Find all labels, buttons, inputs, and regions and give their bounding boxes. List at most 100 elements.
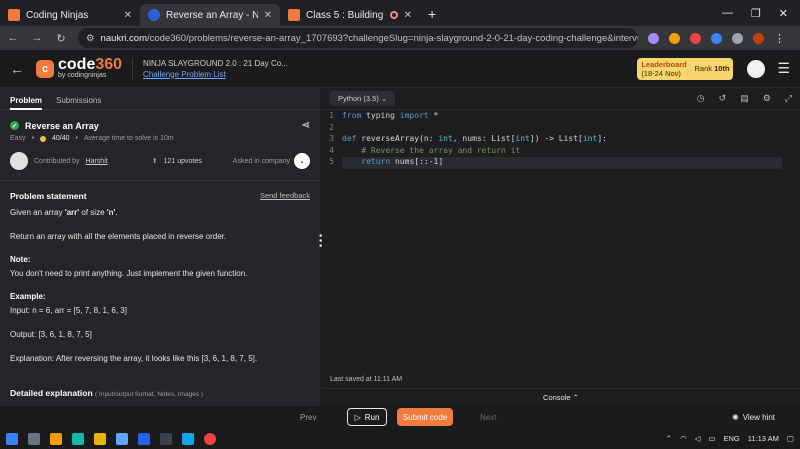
rank-value: 10th xyxy=(714,64,730,73)
challenge-list-link[interactable]: Challenge Problem List xyxy=(143,69,288,80)
close-icon[interactable]: ✕ xyxy=(404,10,412,21)
battery-icon[interactable]: ▭ xyxy=(708,434,715,443)
language-indicator[interactable]: ENG xyxy=(724,434,740,443)
tab-title: Reverse an Array - Naukri Code xyxy=(166,9,258,21)
timer-icon[interactable]: ◷ xyxy=(697,93,705,104)
close-icon[interactable]: ✕ xyxy=(264,10,272,21)
extension-icon[interactable] xyxy=(648,32,659,44)
new-tab-button[interactable]: + xyxy=(420,6,444,26)
tab-problem[interactable]: Problem xyxy=(10,96,43,110)
code-line: 4 # Reverse the array and return it xyxy=(329,145,521,155)
run-button[interactable]: ▷ Run xyxy=(347,408,387,426)
url-path: /code360/problems/reverse-an-array_17076… xyxy=(147,32,638,44)
tab-title: Coding Ninjas xyxy=(26,9,89,21)
statement-line-2: Return an array with all the elements pl… xyxy=(10,232,227,241)
solved-check-icon: ✓ xyxy=(10,121,19,130)
tab-reverse-array[interactable]: Reverse an Array - Naukri Code ✕ xyxy=(140,4,280,26)
send-feedback-link[interactable]: Send feedback xyxy=(260,191,310,201)
chrome-icon[interactable] xyxy=(204,432,216,445)
chevron-up-icon[interactable]: ⌃ xyxy=(666,434,672,443)
coin-icon xyxy=(40,135,47,142)
language-select[interactable]: Python (3.5) ⌄ xyxy=(330,91,396,106)
back-icon[interactable]: ← xyxy=(6,32,20,44)
wifi-icon[interactable]: ◠ xyxy=(680,434,687,443)
leaderboard-button[interactable]: Leaderboard (18-24 Nov) Rank 10th xyxy=(637,57,734,80)
url-host: naukri.com xyxy=(100,32,147,44)
leaderboard-label: Leaderboard xyxy=(641,59,687,69)
upvote-icon[interactable]: ⬆ xyxy=(152,157,158,165)
contest-title: NINJA SLAYGROUND 2.0 : 21 Day Co... xyxy=(143,58,288,68)
example-output: Output: [3, 6, 1, 8, 7, 5] xyxy=(10,330,92,339)
vscode-icon[interactable] xyxy=(138,432,150,445)
reload-icon[interactable]: ↻ xyxy=(54,32,68,45)
console-toggle[interactable]: Console ⌃ xyxy=(322,388,800,406)
app-icon[interactable] xyxy=(182,432,194,445)
extension-icon[interactable] xyxy=(690,32,701,44)
close-window-icon[interactable]: ✕ xyxy=(779,7,788,20)
windows-start-icon[interactable] xyxy=(6,432,18,445)
app-header: ← c code360 by codingninjas NINJA SLAYGR… xyxy=(0,50,800,88)
play-icon: ▷ xyxy=(354,412,361,422)
avg-time: Average time to solve is 10m xyxy=(84,135,174,142)
profile-avatar-icon[interactable] xyxy=(753,32,764,44)
minimize-icon[interactable]: — xyxy=(722,7,733,20)
settings-icon[interactable]: ⚙ xyxy=(763,93,771,104)
extension-icon[interactable] xyxy=(669,32,680,44)
user-avatar[interactable] xyxy=(747,59,766,78)
problem-meta: Easy • 40/40 • Average time to solve is … xyxy=(10,135,174,142)
close-icon[interactable]: ✕ xyxy=(124,10,132,21)
clock[interactable]: 11:13 AM xyxy=(748,434,779,443)
recording-icon xyxy=(389,11,398,19)
tab-class-5[interactable]: Class 5 : Building Add to Ca ✕ xyxy=(280,4,420,26)
logo-badge-icon: c xyxy=(36,59,54,78)
window-controls: — ❐ ✕ xyxy=(710,7,800,26)
extension-icons: ⋮ xyxy=(648,32,785,45)
tab-submissions[interactable]: Submissions xyxy=(56,96,101,109)
points: 40/40 xyxy=(52,135,70,142)
prev-button[interactable]: Prev xyxy=(300,413,316,422)
explorer-icon[interactable] xyxy=(94,432,106,445)
company-logo-icon[interactable]: ▲ xyxy=(294,153,310,169)
layout-icon[interactable]: ▤ xyxy=(740,93,749,104)
hamburger-menu-icon[interactable]: ☰ xyxy=(777,60,790,77)
next-button[interactable]: Next xyxy=(480,413,496,422)
volume-icon[interactable]: ◁ xyxy=(695,434,701,443)
submit-button[interactable]: Submit code xyxy=(397,408,453,426)
problem-tabs: Problem Submissions xyxy=(0,88,320,110)
problem-title: Reverse an Array xyxy=(25,120,99,131)
naukri-favicon xyxy=(148,9,160,21)
fullscreen-icon[interactable]: ⤢ xyxy=(785,93,792,104)
contributor-name[interactable]: Harshit xyxy=(86,158,108,165)
edge-icon[interactable] xyxy=(72,432,84,445)
url-field[interactable]: ⚙ naukri.com/code360/problems/reverse-an… xyxy=(78,28,638,48)
statement-heading: Problem statement xyxy=(10,191,87,201)
extension-icon[interactable] xyxy=(711,32,722,44)
example-explanation: Explanation: After reversing the array, … xyxy=(10,354,258,363)
tab-coding-ninjas[interactable]: Coding Ninjas ✕ xyxy=(0,4,140,26)
restore-icon[interactable]: ❐ xyxy=(751,7,761,20)
puzzle-icon[interactable] xyxy=(732,32,743,44)
site-info-icon[interactable]: ⚙ xyxy=(86,33,95,44)
code360-logo[interactable]: c code360 by codingninjas xyxy=(36,57,122,79)
code-area[interactable]: 1 from typing import * 2 3 def reverseArra… xyxy=(322,111,800,169)
back-arrow-icon[interactable]: ← xyxy=(10,61,24,77)
note-heading: Note: xyxy=(10,255,31,264)
upvotes: 121 upvotes xyxy=(163,157,202,165)
share-icon[interactable]: ⋖ xyxy=(302,120,310,131)
task-view-icon[interactable] xyxy=(28,432,40,445)
detailed-explanation[interactable]: Detailed explanation ( Input/output form… xyxy=(0,388,213,398)
tab-title: Class 5 : Building Add to Ca xyxy=(306,9,384,21)
forward-icon[interactable]: → xyxy=(30,32,44,44)
coding-ninjas-favicon xyxy=(288,9,300,21)
kebab-menu-icon[interactable]: ⋮ xyxy=(774,32,785,45)
contribution-row: Contributed by Harshit ⬆ 121 upvotes Ask… xyxy=(0,142,320,181)
detailed-title: Detailed explanation xyxy=(10,388,93,398)
notification-icon[interactable]: ▢ xyxy=(787,434,794,443)
note-text: You don't need to print anything. Just i… xyxy=(10,269,248,278)
view-hint-button[interactable]: ✺ View hint xyxy=(732,413,775,422)
mail-icon[interactable] xyxy=(116,432,128,445)
widgets-icon[interactable] xyxy=(50,432,62,445)
terminal-icon[interactable] xyxy=(160,432,172,445)
reset-icon[interactable]: ↺ xyxy=(719,93,727,104)
code-line: 3 def reverseArray(n: int, nums: List[int… xyxy=(329,134,607,143)
